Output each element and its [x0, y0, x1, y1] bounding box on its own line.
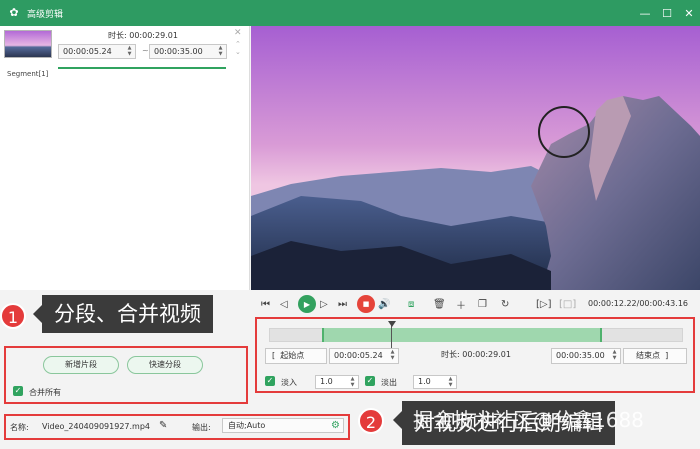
volume-icon[interactable]: 🔊 [378, 297, 390, 311]
add-icon[interactable]: ＋ [456, 297, 466, 312]
title-bar: ✿ 高级剪辑 — ☐ ✕ [0, 0, 700, 26]
segment-label: Segment[1] [7, 70, 49, 78]
annotation-callout-1: 分段、合并视频 [33, 295, 213, 333]
playback-controls: ⏮ ◁ ▶ ▷ ⏭ ■ 🔊 ⧈ 🗑 ＋ ❐ ↻ [▷] [□] 00:00:12… [251, 290, 700, 318]
copy-icon[interactable]: ❐ [478, 297, 487, 311]
mark-out-icon[interactable]: [□] [559, 297, 576, 311]
video-preview[interactable] [251, 26, 700, 290]
app-logo-icon: ✿ [9, 6, 19, 19]
time-readout: 00:00:12.22/00:00:43.16 [587, 299, 688, 308]
end-spinner-icon[interactable]: ▲ ▼ [217, 45, 224, 58]
segment-start-field[interactable]: 00:00:05.24 ▲ ▼ [58, 44, 136, 59]
segment-item[interactable]: Segment[1] 时长: 00:00:29.01 00:00:05.24 ▲… [0, 26, 250, 86]
go-end-icon[interactable]: ⏭ [338, 297, 347, 311]
stop-button[interactable]: ■ [357, 295, 375, 313]
video-frame-image [251, 26, 700, 290]
move-up-icon[interactable]: ⌃ [235, 40, 241, 48]
reset-icon[interactable]: ↻ [501, 297, 509, 311]
annotation-badge-2: 2 [358, 408, 384, 434]
step-forward-icon[interactable]: ▷ [320, 297, 328, 311]
close-button[interactable]: ✕ [678, 0, 700, 26]
segment-list-panel: Segment[1] 时长: 00:00:29.01 00:00:05.24 ▲… [0, 26, 250, 290]
segment-end-field[interactable]: 00:00:35.00 ▲ ▼ [149, 44, 227, 59]
range-separator: ~ [142, 46, 149, 55]
move-down-icon[interactable]: ⌄ [235, 48, 241, 56]
minimize-button[interactable]: — [634, 0, 656, 26]
segment-thumbnail [4, 30, 52, 58]
watermark: 掘金技术社区@兮鑫1688 [413, 408, 644, 432]
mark-in-icon[interactable]: [▷] [536, 297, 552, 311]
window-title: 高级剪辑 [27, 9, 64, 20]
maximize-button[interactable]: ☐ [656, 0, 678, 26]
annotation-box-3 [4, 414, 350, 440]
segment-duration: 时长: 00:00:29.01 [108, 31, 178, 40]
delete-icon[interactable]: 🗑 [433, 297, 446, 311]
segment-range-bar [58, 67, 226, 69]
annotation-box-2 [255, 317, 695, 393]
annotation-box-1 [4, 346, 248, 404]
cursor-highlight-circle [538, 106, 590, 158]
start-spinner-icon[interactable]: ▲ ▼ [126, 45, 133, 58]
annotation-badge-1: 1 [0, 303, 26, 329]
go-start-icon[interactable]: ⏮ [261, 297, 270, 311]
delete-segment-icon[interactable]: ✕ [234, 28, 242, 38]
step-back-icon[interactable]: ◁ [280, 297, 288, 311]
split-icon[interactable]: ⧈ [408, 297, 414, 311]
play-button[interactable]: ▶ [298, 295, 316, 313]
